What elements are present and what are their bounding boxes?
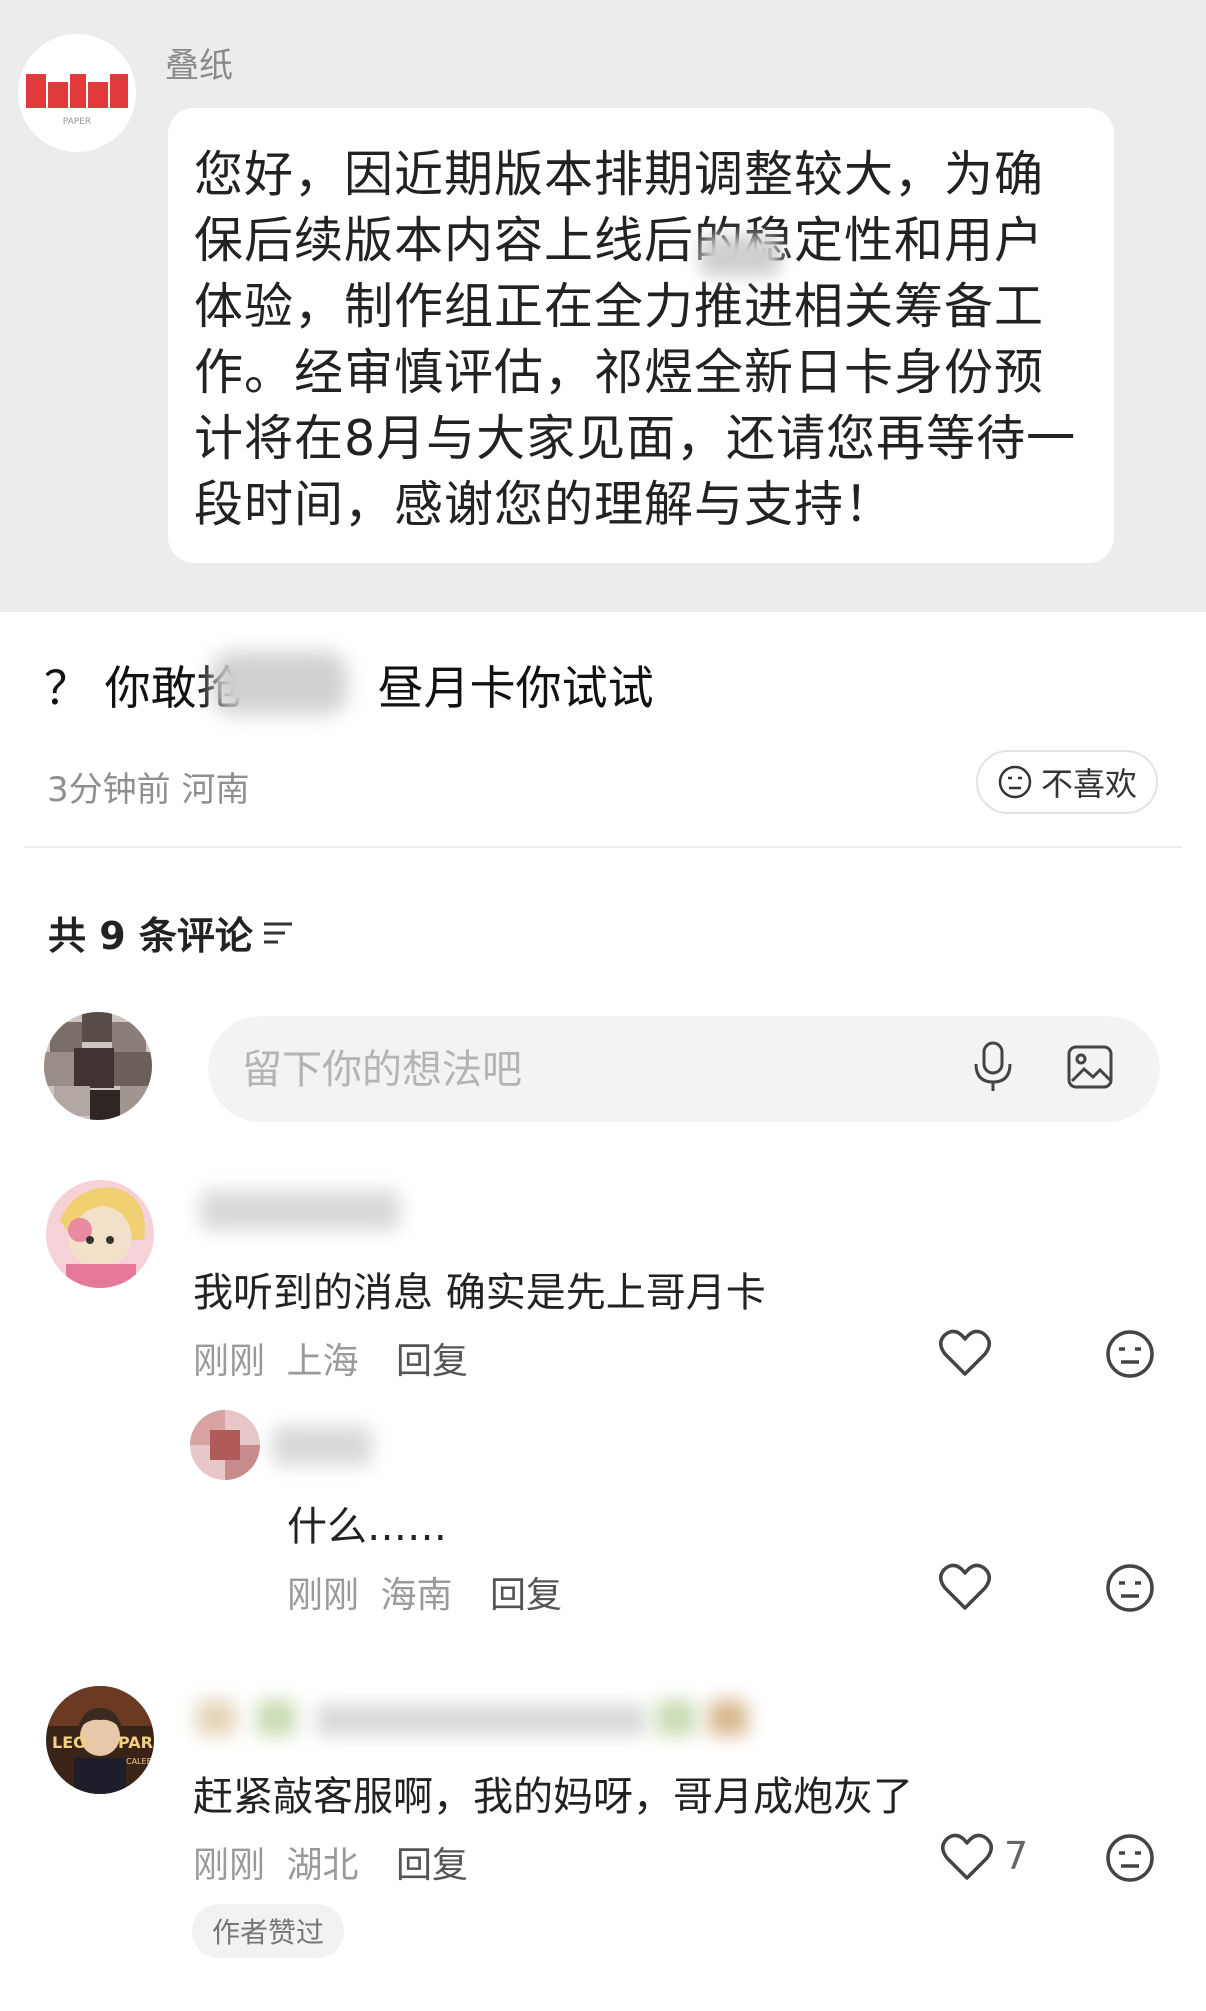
reply-button[interactable]: 回复 xyxy=(396,1341,468,1382)
dislike-button[interactable]: 不喜欢 xyxy=(976,750,1158,814)
comment-meta: 刚刚 湖北 回复 xyxy=(193,1836,468,1888)
message-bubble: 您好，因近期版本排期调整较大，为确保后续版本内容上线后的稳定性和用户体验，制作组… xyxy=(168,108,1114,563)
comment-location: 湖北 xyxy=(286,1845,359,1886)
message-text: 您好，因近期版本排期调整较大，为确保后续版本内容上线后的稳定性和用户体验，制作组… xyxy=(194,146,1077,533)
dislike-face-icon xyxy=(1106,1330,1154,1378)
like-count: 7 xyxy=(1004,1834,1029,1878)
post-text-suffix: 昼月卡你试试 xyxy=(377,661,654,715)
post-meta: 3分钟前 河南 xyxy=(47,762,249,811)
post-location: 河南 xyxy=(181,770,250,810)
comment-text: 什么…… xyxy=(287,1504,447,1550)
comment-avatar[interactable] xyxy=(46,1180,154,1288)
dislike-face-icon xyxy=(998,765,1032,799)
comment-meta: 刚刚 上海 回复 xyxy=(193,1332,468,1384)
dislike-button[interactable] xyxy=(1104,1562,1156,1614)
post-text: ？ 你敢抢 昼月卡你试试 xyxy=(44,652,654,718)
divider xyxy=(24,846,1182,848)
comments-count-label: 共 9 条评论 xyxy=(48,914,253,958)
username-blurred[interactable] xyxy=(196,1700,756,1740)
redacted-text-blur xyxy=(212,652,347,714)
comment-text: 我听到的消息 确实是先上哥月卡 xyxy=(193,1270,766,1316)
dislike-label: 不喜欢 xyxy=(1040,765,1137,803)
comment-location: 海南 xyxy=(380,1575,453,1616)
paper-logo-icon: PAPER xyxy=(26,74,128,127)
dislike-button[interactable] xyxy=(1104,1328,1156,1380)
comments-header[interactable]: 共 9 条评论 xyxy=(48,905,295,960)
sort-icon[interactable] xyxy=(261,918,295,948)
comment-meta: 刚刚 海南 回复 xyxy=(287,1566,562,1618)
dislike-face-icon xyxy=(1106,1834,1154,1882)
pixelated-avatar xyxy=(44,1012,152,1120)
comment-location: 上海 xyxy=(286,1341,359,1382)
username-blurred[interactable] xyxy=(200,1190,400,1230)
sender-avatar[interactable]: PAPER xyxy=(18,34,136,152)
heart-icon xyxy=(941,1833,993,1880)
like-button[interactable] xyxy=(940,1832,994,1882)
like-button[interactable] xyxy=(938,1562,992,1612)
reply-button[interactable]: 回复 xyxy=(396,1845,468,1886)
username-blurred[interactable] xyxy=(272,1426,372,1466)
comment-time: 刚刚 xyxy=(287,1575,360,1616)
anime-avatar xyxy=(46,1180,154,1288)
mic-icon[interactable] xyxy=(970,1040,1016,1094)
character-avatar: LEO PARI CALEB xyxy=(46,1686,154,1794)
heart-icon xyxy=(939,1329,991,1376)
logo-text: PAPER xyxy=(63,117,91,127)
dislike-face-icon xyxy=(1106,1564,1154,1612)
image-icon[interactable] xyxy=(1066,1044,1114,1090)
pixelated-avatar xyxy=(190,1410,260,1480)
like-button[interactable] xyxy=(938,1328,992,1378)
avatar-text-left: LEO xyxy=(52,1733,87,1752)
comment-time: 刚刚 xyxy=(193,1341,266,1382)
comment-input[interactable] xyxy=(240,1036,924,1104)
dislike-button[interactable] xyxy=(1104,1832,1156,1884)
comment-time: 刚刚 xyxy=(193,1845,266,1886)
heart-icon xyxy=(939,1563,991,1610)
author-liked-badge: 作者赞过 xyxy=(192,1904,344,1958)
reply-button[interactable]: 回复 xyxy=(490,1575,562,1616)
comment-avatar[interactable] xyxy=(190,1410,260,1480)
post-time: 3分钟前 xyxy=(47,770,171,810)
avatar-text-bottom: CALEB xyxy=(126,1757,152,1766)
my-avatar[interactable] xyxy=(44,1012,152,1120)
comment-text: 赶紧敲客服啊，我的妈呀，哥月成炮灰了 xyxy=(193,1774,913,1820)
pixelated-overlay xyxy=(700,236,780,276)
sender-name: 叠纸 xyxy=(165,46,233,86)
avatar-text-right: PARI xyxy=(118,1733,154,1752)
comment-avatar[interactable]: LEO PARI CALEB xyxy=(46,1686,154,1794)
